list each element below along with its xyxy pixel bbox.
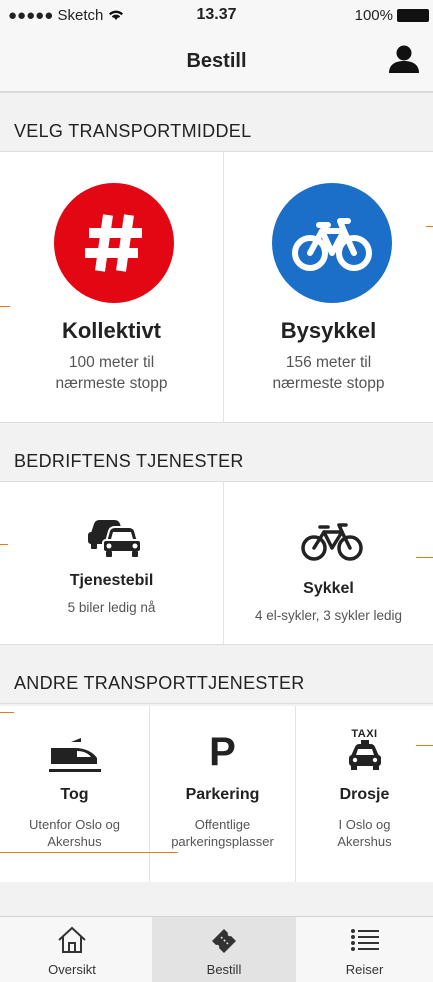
option-title: Kollektivt xyxy=(61,318,162,343)
option-subtitle: 4 el-sykler, 3 sykler ledig xyxy=(254,608,403,623)
subtitle-line: Akershus xyxy=(337,834,392,849)
option-title: Bysykkel xyxy=(280,318,377,343)
transport-option-bysykkel[interactable]: Bysykkel 156 meter til nærmeste stopp xyxy=(224,152,433,422)
bicycle-icon xyxy=(301,523,363,561)
tab-label: Reiser xyxy=(345,962,384,977)
annotation-mark xyxy=(426,226,433,227)
subtitle-line: I Oslo og xyxy=(338,817,391,832)
subtitle-line: nærmeste stopp xyxy=(55,375,168,392)
other-option-tog[interactable]: Tog Utenfor Oslo og Akershus xyxy=(0,706,150,882)
taxi-sign: TAXI xyxy=(351,728,378,740)
parking-icon: P xyxy=(209,730,236,774)
annotation-mark xyxy=(0,852,178,853)
car-icon xyxy=(348,740,381,770)
company-option-tjenestebil[interactable]: Tjenestebil 5 biler ledig nå xyxy=(0,482,224,644)
subtitle-line: Utenfor Oslo og xyxy=(28,817,121,832)
nav-bar: Bestill xyxy=(0,30,433,92)
company-row: Tjenestebil 5 biler ledig nå Sykkel 4 el… xyxy=(0,482,433,644)
company-option-sykkel[interactable]: Sykkel 4 el-sykler, 3 sykler ledig xyxy=(224,482,433,644)
section-header-other: ANDRE TRANSPORTTJENESTER xyxy=(0,644,433,704)
subtitle-line: Akershus xyxy=(47,834,102,849)
ticket-icon xyxy=(212,929,236,953)
option-title: Sykkel xyxy=(303,580,354,597)
subtitle-line: parkeringsplasser xyxy=(171,834,274,849)
user-icon[interactable] xyxy=(387,44,421,74)
annotation-mark xyxy=(0,544,8,545)
option-title: Parkering xyxy=(185,786,260,803)
cars-icon xyxy=(88,520,142,557)
home-icon xyxy=(58,926,86,953)
tab-bestill[interactable]: Bestill xyxy=(152,917,296,982)
subtitle-line: 156 meter til xyxy=(285,354,372,371)
section-title: VELG TRANSPORTMIDDEL xyxy=(14,121,252,141)
option-title: Tog xyxy=(60,786,89,803)
section-title: BEDRIFTENS TJENESTER xyxy=(14,451,244,471)
option-subtitle: Utenfor Oslo og Akershus xyxy=(0,816,149,850)
tab-oversikt[interactable]: Oversikt xyxy=(0,917,144,982)
hash-icon xyxy=(54,183,174,303)
other-option-drosje[interactable]: TAXI Drosje I Oslo og Akershus xyxy=(296,706,433,882)
taxi-icon: TAXI xyxy=(341,728,389,772)
tab-label: Oversikt xyxy=(48,962,96,977)
tab-label: Bestill xyxy=(206,962,242,977)
subtitle-line: nærmeste stopp xyxy=(272,375,385,392)
transport-option-kollektivt[interactable]: Kollektivt 100 meter til nærmeste stopp xyxy=(0,152,224,422)
annotation-mark xyxy=(0,712,14,713)
option-title: Tjenestebil xyxy=(69,572,154,589)
section-header-transport: VELG TRANSPORTMIDDEL xyxy=(0,92,433,152)
option-subtitle: 156 meter til nærmeste stopp xyxy=(224,352,433,394)
other-row: Tog Utenfor Oslo og Akershus P Parkering… xyxy=(0,706,433,882)
annotation-mark xyxy=(0,306,10,307)
section-title: ANDRE TRANSPORTTJENESTER xyxy=(14,673,305,693)
tab-bar: Oversikt Bestill Reiser xyxy=(0,916,433,982)
option-subtitle: 5 biler ledig nå xyxy=(67,600,156,615)
battery-icon xyxy=(397,9,429,22)
subtitle-line: Offentlige xyxy=(194,817,251,832)
annotation-mark xyxy=(416,745,433,746)
tab-reiser[interactable]: Reiser xyxy=(296,917,433,982)
annotation-mark xyxy=(416,557,433,558)
option-title: Drosje xyxy=(339,786,390,803)
option-subtitle: Offentlige parkeringsplasser xyxy=(150,816,295,850)
subtitle-line: 100 meter til xyxy=(68,354,155,371)
option-subtitle: 100 meter til nærmeste stopp xyxy=(0,352,223,394)
transport-row: Kollektivt 100 meter til nærmeste stopp … xyxy=(0,152,433,422)
train-icon xyxy=(48,738,101,772)
status-bar: ●●●●● Sketch 13.37 100% xyxy=(0,0,433,30)
list-icon xyxy=(350,929,379,951)
battery-percent: 100% xyxy=(354,7,393,24)
other-option-parkering[interactable]: P Parkering Offentlige parkeringsplasser xyxy=(150,706,296,882)
option-subtitle: I Oslo og Akershus xyxy=(296,816,433,850)
section-header-company: BEDRIFTENS TJENESTER xyxy=(0,422,433,482)
page-title: Bestill xyxy=(186,50,247,72)
bicycle-icon xyxy=(272,183,392,303)
